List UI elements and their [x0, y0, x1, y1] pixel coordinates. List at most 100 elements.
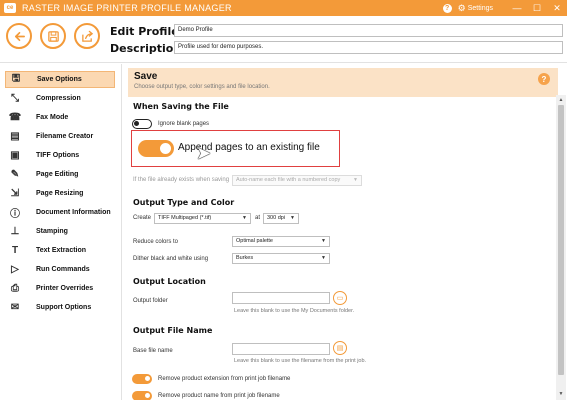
base-file-name-hint: Leave this blank to use the filename fro…: [234, 358, 367, 364]
sidebar-item-label: Compression: [36, 95, 81, 102]
dither-select[interactable]: Burkes ▼: [232, 253, 330, 264]
append-highlight-box: Append pages to an existing file ➤: [131, 130, 340, 167]
export-button[interactable]: [74, 23, 100, 49]
description-field[interactable]: Profile used for demo purposes.: [174, 41, 563, 54]
section-header: Save Choose output type, color settings …: [128, 68, 558, 97]
back-button[interactable]: [6, 23, 32, 49]
scroll-thumb[interactable]: [558, 105, 564, 375]
save-profile-button[interactable]: [40, 23, 66, 49]
sidebar-item-tiff-options[interactable]: ▣ TIFF Options: [5, 147, 115, 164]
toggle-knob: [145, 393, 150, 398]
sidebar-item-run-commands[interactable]: ▷ Run Commands: [5, 261, 115, 278]
toggle-knob: [145, 376, 150, 381]
ignore-blank-label: Ignore blank pages: [158, 121, 210, 127]
create-label: Create: [133, 215, 152, 221]
profile-header: Edit Profile - Description Demo Profile …: [0, 16, 567, 63]
page-edit-icon: ✎: [10, 169, 20, 180]
sidebar-item-label: Printer Overrides: [36, 285, 94, 292]
minimize-button[interactable]: —: [507, 0, 527, 16]
output-file-name-title: Output File Name: [133, 326, 213, 335]
dither-label: Dither black and white using: [133, 256, 209, 262]
dpi-select[interactable]: 300 dpi ▼: [263, 213, 299, 224]
save-options-panel: Save Choose output type, color settings …: [128, 68, 566, 400]
exists-select-value: Auto-name each file with a numbered copy: [236, 177, 341, 183]
sidebar-item-label: Save Options: [37, 76, 82, 83]
gear-icon: ⚙: [457, 2, 466, 13]
close-button[interactable]: ✕: [547, 0, 567, 16]
output-location-title: Output Location: [133, 277, 206, 286]
printer-icon: ⎙: [11, 283, 19, 294]
chevron-down-icon: ▼: [321, 238, 326, 244]
dpi-select-value: 300 dpi: [267, 215, 286, 221]
sidebar: 🖫 Save Options ⤡ Compression ☎ Fax Mode …: [0, 64, 122, 400]
sidebar-item-save-options[interactable]: 🖫 Save Options: [5, 71, 115, 88]
save-icon: [47, 30, 59, 42]
scroll-down-icon[interactable]: ▼: [556, 389, 566, 398]
base-file-name-input[interactable]: [232, 343, 330, 355]
help-icon[interactable]: ?: [538, 73, 550, 85]
ignore-blank-toggle[interactable]: [132, 119, 152, 129]
page-subtitle: Choose output type, color settings and f…: [134, 84, 270, 90]
output-type-title: Output Type and Color: [133, 198, 235, 207]
settings-label: Settings: [467, 4, 493, 12]
info-icon: ⓘ: [10, 209, 20, 220]
vertical-scrollbar[interactable]: ▲ ▼: [556, 95, 566, 400]
sidebar-item-stamping[interactable]: ⊥ Stamping: [5, 223, 115, 240]
base-file-name-button[interactable]: ▤: [333, 341, 347, 355]
help-icon[interactable]: ?: [442, 3, 452, 13]
folder-icon: ▭: [336, 295, 344, 302]
exists-label: If the file already exists when saving: [133, 177, 230, 183]
sidebar-item-page-resizing[interactable]: ⇲ Page Resizing: [5, 185, 115, 202]
dither-select-value: Burkes: [236, 255, 254, 261]
scroll-up-icon[interactable]: ▲: [556, 95, 566, 104]
exists-select[interactable]: Auto-name each file with a numbered copy…: [232, 175, 362, 186]
page-title: Save: [134, 71, 158, 82]
back-arrow-icon: [14, 31, 25, 41]
output-folder-input[interactable]: [232, 292, 330, 304]
append-toggle[interactable]: [138, 140, 174, 157]
mouse-cursor-icon: ➤: [196, 143, 212, 163]
toggle-knob: [134, 121, 139, 126]
app-title: RASTER IMAGE PRINTER PROFILE MANAGER: [22, 3, 232, 13]
compress-icon: ⤡: [11, 93, 19, 104]
base-file-name-label: Base file name: [133, 348, 173, 354]
browse-folder-button[interactable]: ▭: [333, 291, 347, 305]
create-select[interactable]: TIFF Multipaged (*.tif) ▼: [154, 213, 251, 224]
run-icon: ▷: [11, 264, 19, 275]
stamp-icon: ⊥: [10, 226, 20, 237]
maximize-button[interactable]: ☐: [527, 0, 547, 16]
sidebar-item-page-editing[interactable]: ✎ Page Editing: [5, 166, 115, 183]
sidebar-item-label: Filename Creator: [36, 133, 94, 140]
sidebar-item-text-extraction[interactable]: T Text Extraction: [5, 242, 115, 259]
export-icon: [81, 30, 93, 42]
create-select-value: TIFF Multipaged (*.tif): [158, 215, 212, 221]
profile-name-field[interactable]: Demo Profile: [174, 24, 563, 37]
reduce-colors-select[interactable]: Optimal palette ▼: [232, 236, 330, 247]
fax-icon: ☎: [8, 112, 22, 123]
tiff-icon: ▣: [10, 150, 20, 161]
sidebar-item-fax-mode[interactable]: ☎ Fax Mode: [5, 109, 115, 126]
chevron-down-icon: ▼: [353, 177, 358, 183]
sidebar-item-printer-overrides[interactable]: ⎙ Printer Overrides: [5, 280, 115, 297]
resize-icon: ⇲: [10, 188, 20, 199]
support-icon: ✉: [10, 302, 20, 313]
toggle-knob: [160, 143, 171, 154]
reduce-colors-label: Reduce colors to: [133, 239, 179, 245]
file-icon: ▤: [336, 345, 344, 352]
remove-product-name-toggle[interactable]: [132, 391, 152, 400]
description-label: Description: [110, 42, 182, 55]
app-logo-icon: ce: [4, 3, 16, 13]
sidebar-item-support-options[interactable]: ✉ Support Options: [5, 299, 115, 316]
sidebar-item-label: TIFF Options: [36, 152, 80, 159]
remove-extension-toggle[interactable]: [132, 374, 152, 384]
chevron-down-icon: ▼: [242, 215, 247, 221]
sidebar-item-document-information[interactable]: ⓘ Document Information: [5, 204, 115, 221]
sidebar-item-label: Page Resizing: [36, 190, 84, 197]
chevron-down-icon: ▼: [321, 255, 326, 261]
output-folder-label: Output folder: [133, 298, 168, 304]
sidebar-item-label: Support Options: [36, 304, 92, 311]
sidebar-item-compression[interactable]: ⤡ Compression: [5, 90, 115, 107]
sidebar-item-filename-creator[interactable]: ▤ Filename Creator: [5, 128, 115, 145]
sidebar-item-label: Page Editing: [36, 171, 79, 178]
settings-button[interactable]: ⚙ Settings: [458, 3, 493, 14]
